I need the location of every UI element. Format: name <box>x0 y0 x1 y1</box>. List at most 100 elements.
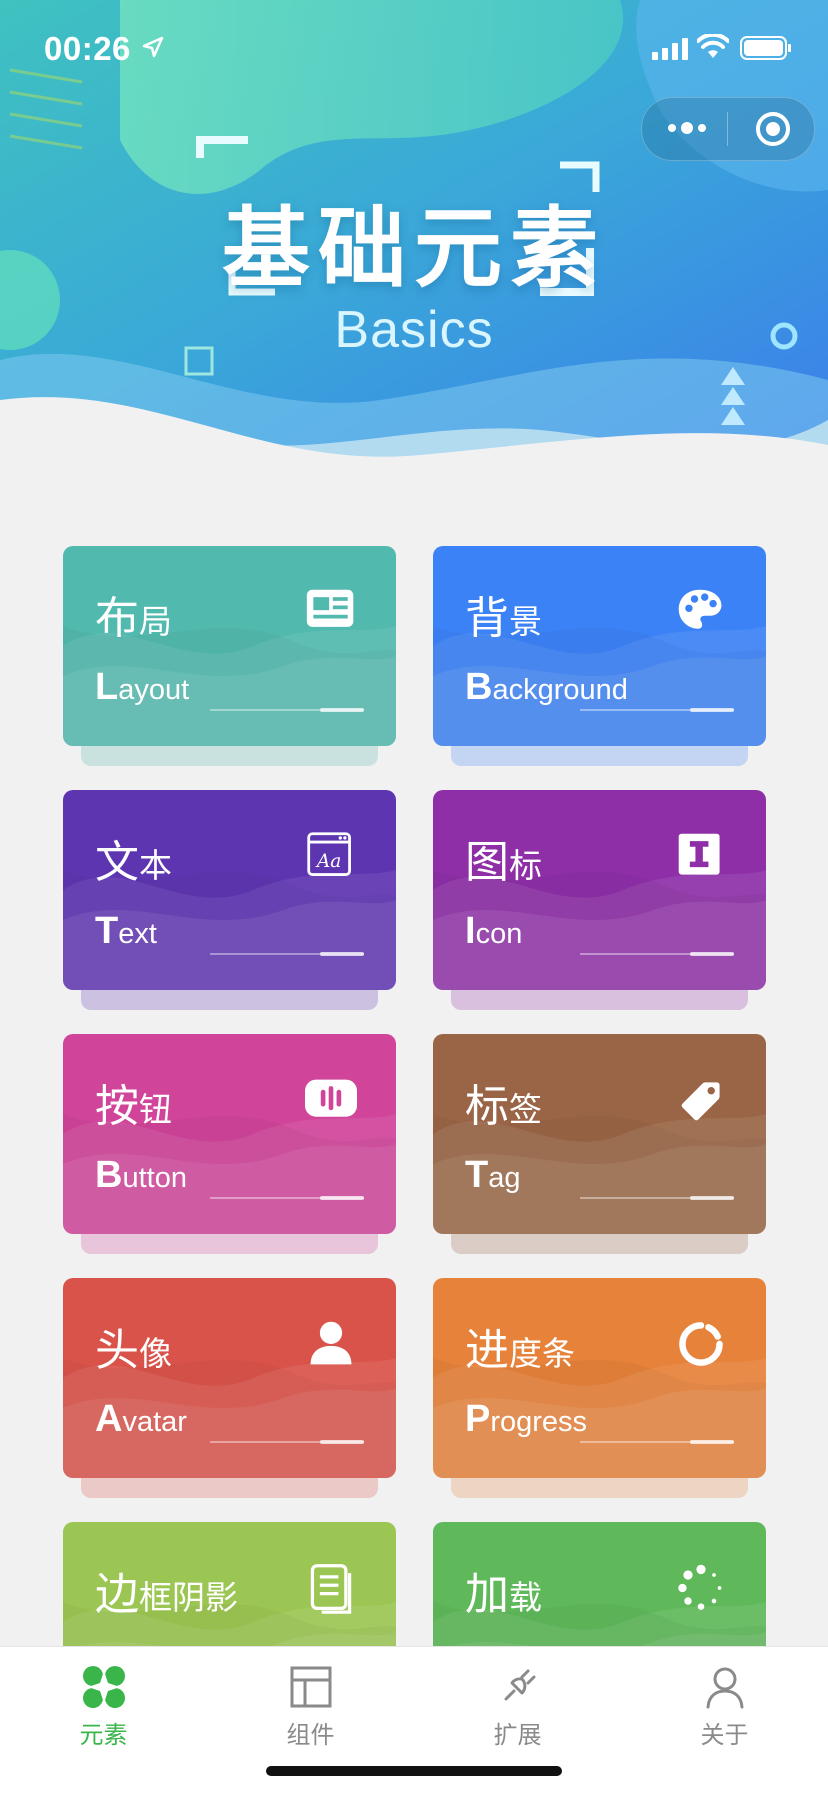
mini-program-capsule <box>641 97 815 161</box>
header-banner: 00:26 基础元素 Basics <box>0 0 828 480</box>
card-title-en-rest: ayout <box>118 674 190 706</box>
card-title-cn-rest: 景 <box>509 603 542 640</box>
card-title-cn: 布局 <box>95 582 172 646</box>
card-body[interactable]: 文本 Text Aa <box>63 790 396 990</box>
home-indicator <box>266 1766 562 1776</box>
card-title-en: Tag <box>465 1154 520 1197</box>
card-title-en-initial: I <box>465 910 476 952</box>
card-title-cn: 标签 <box>465 1070 542 1134</box>
card-title-cn-rest: 载 <box>509 1579 542 1616</box>
card-title-en-rest: utton <box>122 1162 187 1194</box>
person-icon <box>706 1667 743 1709</box>
plugin-icon <box>504 1669 535 1701</box>
card-body[interactable]: 图标 Icon <box>433 790 766 990</box>
card-title-en-rest: ext <box>118 918 157 950</box>
wifi-icon <box>697 34 729 58</box>
tab-about[interactable]: 关于 <box>621 1665 828 1750</box>
basics-card[interactable]: 标签 Tag <box>433 1034 766 1254</box>
page-title: 基础元素 <box>221 199 606 298</box>
card-title-cn: 图标 <box>465 826 542 890</box>
card-title-cn-main: 文 <box>95 838 139 887</box>
card-title-en-rest: ackground <box>492 674 628 706</box>
card-body[interactable]: 背景 Background <box>433 546 766 746</box>
tab-elements-label: 元素 <box>79 1722 128 1749</box>
card-title-cn-rest: 框阴影 <box>139 1579 238 1616</box>
basics-card[interactable]: 头像 Avatar <box>63 1278 396 1498</box>
status-time: 00:26 <box>44 30 131 67</box>
elements-icon <box>82 1666 125 1708</box>
card-title-en: Text <box>95 910 157 953</box>
card-title-cn-main: 布 <box>95 594 139 643</box>
card-underline-accent <box>690 1440 734 1444</box>
card-title-cn: 边框阴影 <box>95 1558 238 1622</box>
card-title-en-initial: A <box>95 1398 123 1440</box>
palette-icon <box>678 589 722 629</box>
card-body[interactable]: 按钮 Button <box>63 1034 396 1234</box>
card-title-en: Layout <box>95 666 189 709</box>
card-title-cn: 进度条 <box>465 1314 575 1378</box>
text-icon: Aa <box>307 832 351 876</box>
basics-card[interactable]: 按钮 Button <box>63 1034 396 1254</box>
tab-components-label: 组件 <box>286 1722 335 1749</box>
card-title-cn-rest: 签 <box>509 1091 542 1128</box>
location-arrow-icon <box>142 36 164 58</box>
card-title-en-initial: T <box>465 1154 489 1196</box>
tag-icon <box>681 1082 720 1121</box>
card-body[interactable]: 标签 Tag <box>433 1034 766 1234</box>
icon-icon <box>678 833 720 875</box>
status-bar: 00:26 <box>0 0 828 100</box>
card-title-en: Progress <box>465 1398 587 1441</box>
card-title-cn: 背景 <box>465 582 542 646</box>
card-title-cn-rest: 度条 <box>509 1335 575 1372</box>
card-title-en: Icon <box>465 910 522 953</box>
card-title-cn-main: 按 <box>95 1082 139 1131</box>
cellular-signal-icon <box>652 38 688 60</box>
card-body[interactable]: 布局 Layout <box>63 546 396 746</box>
card-title-cn: 按钮 <box>95 1070 172 1134</box>
more-options-icon[interactable] <box>667 118 707 138</box>
basics-card[interactable]: 文本 Text Aa <box>63 790 396 1010</box>
svg-text:Aa: Aa <box>315 851 341 872</box>
card-title-cn-main: 进 <box>465 1326 509 1375</box>
card-title-cn-rest: 像 <box>139 1335 172 1372</box>
card-underline-accent <box>690 952 734 956</box>
card-title-cn: 头像 <box>95 1314 172 1378</box>
card-title-en-rest: con <box>475 918 523 950</box>
button-icon <box>305 1079 357 1117</box>
page-subtitle: Basics <box>334 301 494 359</box>
avatar-icon <box>310 1321 352 1365</box>
card-title-cn-main: 标 <box>465 1082 509 1131</box>
card-title-en-initial: L <box>95 666 119 708</box>
card-title-en-rest: ag <box>488 1162 521 1194</box>
components-icon <box>290 1666 331 1708</box>
close-target-icon[interactable] <box>754 110 792 148</box>
card-body[interactable]: 进度条 Progress <box>433 1278 766 1478</box>
card-title-en-initial: P <box>465 1398 491 1440</box>
card-body[interactable]: 头像 Avatar <box>63 1278 396 1478</box>
card-title-cn: 加载 <box>465 1558 542 1622</box>
basics-card[interactable]: 进度条 Progress <box>433 1278 766 1498</box>
card-title-cn-main: 头 <box>95 1326 139 1375</box>
card-title-cn-main: 边 <box>95 1570 139 1619</box>
capsule-divider <box>727 112 728 146</box>
card-title-en-initial: B <box>95 1154 123 1196</box>
card-title-en: Avatar <box>95 1398 187 1441</box>
card-title-cn: 文本 <box>95 826 172 890</box>
card-title-en-initial: T <box>95 910 119 952</box>
basics-card[interactable]: 布局 Layout <box>63 546 396 766</box>
card-underline-accent <box>320 1196 364 1200</box>
tab-about-label: 关于 <box>700 1722 749 1749</box>
basics-card[interactable]: 背景 Background <box>433 546 766 766</box>
tab-elements[interactable]: 元素 <box>0 1665 207 1750</box>
card-title-en: Button <box>95 1154 187 1197</box>
card-underline-accent <box>690 708 734 712</box>
tab-components[interactable]: 组件 <box>207 1665 414 1750</box>
document-icon <box>310 1564 352 1614</box>
card-underline-accent <box>320 708 364 712</box>
tab-extensions[interactable]: 扩展 <box>414 1665 621 1750</box>
card-title-en: Background <box>465 666 628 709</box>
basics-card[interactable]: 图标 Icon <box>433 790 766 1010</box>
card-title-cn-rest: 局 <box>139 603 172 640</box>
card-title-cn-rest: 本 <box>139 847 172 884</box>
card-underline-accent <box>320 1440 364 1444</box>
